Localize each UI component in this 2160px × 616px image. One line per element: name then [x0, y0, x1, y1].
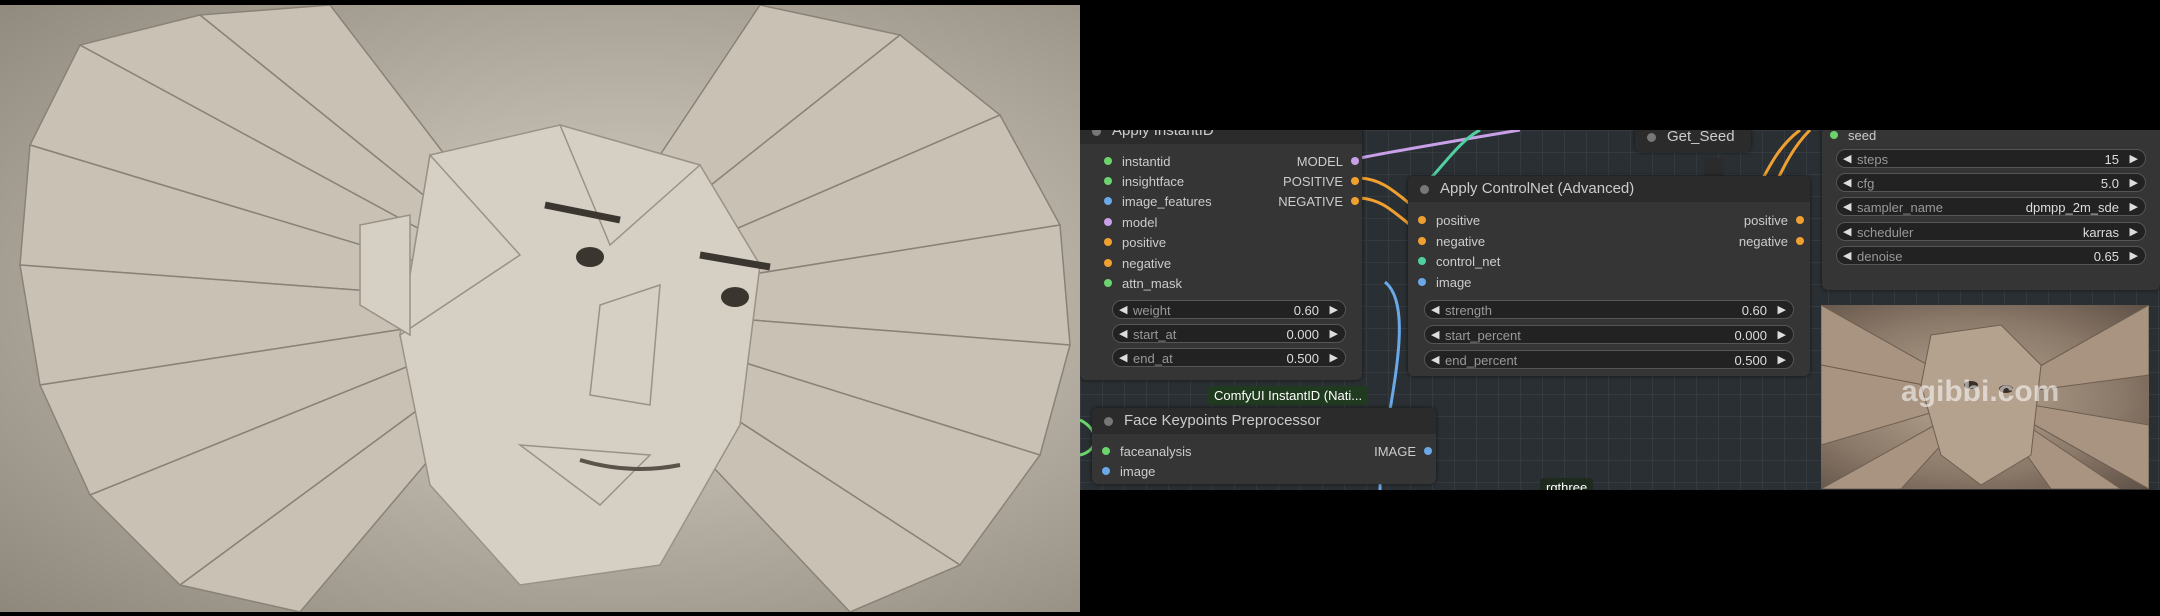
input-faceanalysis[interactable]: faceanalysis: [1102, 444, 1192, 459]
start-percent-widget[interactable]: ◀ start_percent 0.000 ▶: [1424, 325, 1794, 344]
node-title: Apply ControlNet (Advanced): [1408, 176, 1810, 202]
strength-widget[interactable]: ◀ strength 0.60 ▶: [1424, 300, 1794, 319]
apply-instantid-node[interactable]: Apply InstantID instantid insightface im…: [1080, 130, 1362, 380]
input-attn-mask[interactable]: attn_mask: [1104, 276, 1182, 291]
apply-controlnet-node[interactable]: Apply ControlNet (Advanced) positive neg…: [1408, 176, 1810, 376]
weight-widget[interactable]: ◀ weight 0.60 ▶: [1112, 300, 1346, 319]
node-title: Get_Seed: [1635, 130, 1751, 152]
instantid-group-label[interactable]: ComfyUI InstantID (Nati...: [1208, 386, 1369, 405]
origami-face-image: [0, 5, 1080, 612]
origami-face-illustration: [19, 5, 1071, 612]
output-image[interactable]: IMAGE: [1374, 444, 1432, 459]
output-negative[interactable]: NEGATIVE: [1278, 194, 1359, 209]
output-positive[interactable]: POSITIVE: [1283, 174, 1359, 189]
node-title: Face Keypoints Preprocessor: [1092, 408, 1436, 434]
face-keypoints-node[interactable]: Face Keypoints Preprocessor faceanalysis…: [1092, 408, 1436, 484]
input-instantid[interactable]: instantid: [1104, 154, 1170, 169]
left-eye: [576, 247, 604, 267]
input-control-net[interactable]: control_net: [1418, 254, 1500, 269]
input-negative[interactable]: negative: [1418, 234, 1485, 249]
scheduler-widget[interactable]: ◀ scheduler karras ▶: [1836, 222, 2146, 241]
input-negative[interactable]: negative: [1104, 256, 1171, 271]
output-model[interactable]: MODEL: [1297, 154, 1359, 169]
sampler-name-widget[interactable]: ◀ sampler_name dpmpp_2m_sde ▶: [1836, 197, 2146, 216]
end-percent-widget[interactable]: ◀ end_percent 0.500 ▶: [1424, 350, 1794, 369]
input-image-features[interactable]: image_features: [1104, 194, 1212, 209]
output-positive[interactable]: positive: [1744, 213, 1804, 228]
input-image[interactable]: image: [1102, 464, 1155, 479]
watermark-text: agibbi.com: [1901, 375, 2060, 408]
get-seed-badge: [1704, 158, 1724, 176]
denoise-widget[interactable]: ◀ denoise 0.65 ▶: [1836, 246, 2146, 265]
input-positive[interactable]: positive: [1104, 235, 1166, 250]
input-image[interactable]: image: [1418, 275, 1471, 290]
node-title: Apply InstantID: [1080, 130, 1362, 144]
start-at-widget[interactable]: ◀ start_at 0.000 ▶: [1112, 324, 1346, 343]
cfg-widget[interactable]: ◀ cfg 5.0 ▶: [1836, 173, 2146, 192]
output-negative[interactable]: negative: [1739, 234, 1804, 249]
get-seed-node[interactable]: Get_Seed: [1635, 130, 1751, 152]
output-preview-image: agibbi.com: [1821, 305, 2149, 489]
right-eye: [721, 287, 749, 307]
end-at-widget[interactable]: ◀ end_at 0.500 ▶: [1112, 348, 1346, 367]
steps-widget[interactable]: ◀ steps 15 ▶: [1836, 149, 2146, 168]
ksampler-node[interactable]: seed ◀ steps 15 ▶ ◀ cfg 5.0 ▶ ◀ sampler_name dpm…: [1822, 130, 2160, 290]
input-model[interactable]: model: [1104, 215, 1157, 230]
input-insightface[interactable]: insightface: [1104, 174, 1184, 189]
input-seed[interactable]: seed: [1830, 130, 1876, 143]
rgthree-label[interactable]: rgthree: [1540, 478, 1594, 490]
input-positive[interactable]: positive: [1418, 213, 1480, 228]
